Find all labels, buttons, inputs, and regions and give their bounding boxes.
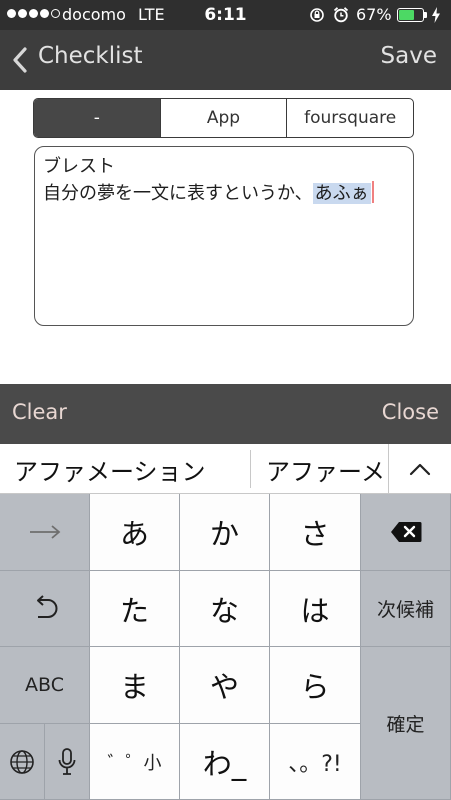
candidate-item[interactable]: アファメーション: [14, 452, 206, 487]
rotation-lock-icon: [310, 8, 324, 22]
save-button[interactable]: Save: [381, 43, 437, 69]
kana-key-ma[interactable]: ま: [90, 647, 180, 724]
battery-icon: [397, 8, 424, 22]
arrow-right-icon: [29, 525, 60, 539]
kana-key-a[interactable]: あ: [90, 494, 180, 571]
kana-key-na[interactable]: な: [180, 571, 270, 647]
chevron-up-icon: [409, 463, 431, 475]
globe-key[interactable]: [0, 724, 45, 800]
candidate-divider: [250, 450, 251, 488]
delete-icon: [390, 522, 421, 542]
memo-line-1: ブレスト: [43, 156, 115, 177]
kana-key-ha[interactable]: は: [270, 571, 361, 647]
dakuten-small-key[interactable]: ゛゜小: [90, 724, 180, 800]
expand-candidates-button[interactable]: [388, 444, 451, 493]
delete-key[interactable]: [361, 494, 451, 571]
segment-dash[interactable]: -: [34, 99, 160, 137]
category-segmented-control: - App foursquare: [33, 98, 414, 138]
undo-key[interactable]: [0, 571, 90, 647]
back-button[interactable]: Checklist: [38, 43, 143, 69]
composing-text: あふぁ: [312, 183, 371, 204]
japanese-kana-keyboard: あ か さ た な は 次候補 ABC ま や ら 確定 ゛゜小 わ_ 、。?!: [0, 494, 451, 800]
kana-key-sa[interactable]: さ: [270, 494, 361, 571]
battery-tip: [424, 12, 427, 18]
clear-button[interactable]: Clear: [12, 400, 67, 424]
close-button[interactable]: Close: [382, 400, 439, 424]
segment-foursquare[interactable]: foursquare: [286, 99, 413, 137]
status-bar: docomo LTE 6:11 67%: [0, 0, 451, 30]
keyboard-accessory-bar: Clear Close: [0, 384, 451, 444]
charging-bolt-icon: [432, 7, 440, 23]
memo-line-2: 自分の夢を一文に表すというか、 あふぁ: [43, 180, 405, 207]
segment-app[interactable]: App: [159, 99, 287, 137]
cursor-right-key[interactable]: [0, 494, 90, 571]
undo-icon: [36, 594, 57, 618]
alarm-icon: [333, 7, 349, 23]
next-candidate-key[interactable]: 次候補: [361, 571, 451, 647]
memo-line-2-text: 自分の夢を一文に表すというか、: [43, 183, 313, 204]
abc-mode-key[interactable]: ABC: [0, 647, 90, 724]
candidate-item[interactable]: アファーメ: [266, 452, 385, 487]
punctuation-key[interactable]: 、。?!: [270, 724, 361, 800]
chevron-left-icon[interactable]: [12, 46, 28, 74]
kana-key-ka[interactable]: か: [180, 494, 270, 571]
memo-textarea[interactable]: ブレスト 自分の夢を一文に表すというか、 あふぁ: [34, 146, 414, 326]
text-caret: [371, 181, 374, 203]
candidate-bar: アファメーション アファーメ: [0, 444, 451, 494]
dictation-key[interactable]: [45, 724, 90, 800]
kana-key-ta[interactable]: た: [90, 571, 180, 647]
microphone-icon: [58, 747, 76, 775]
kana-key-ra[interactable]: ら: [270, 647, 361, 724]
confirm-key[interactable]: 確定: [361, 647, 451, 800]
kana-key-ya[interactable]: や: [180, 647, 270, 724]
kana-key-wa[interactable]: わ_: [180, 724, 270, 800]
globe-icon: [10, 749, 34, 774]
battery-percent: 67%: [356, 5, 392, 24]
navigation-bar: Checklist Save: [0, 30, 451, 90]
